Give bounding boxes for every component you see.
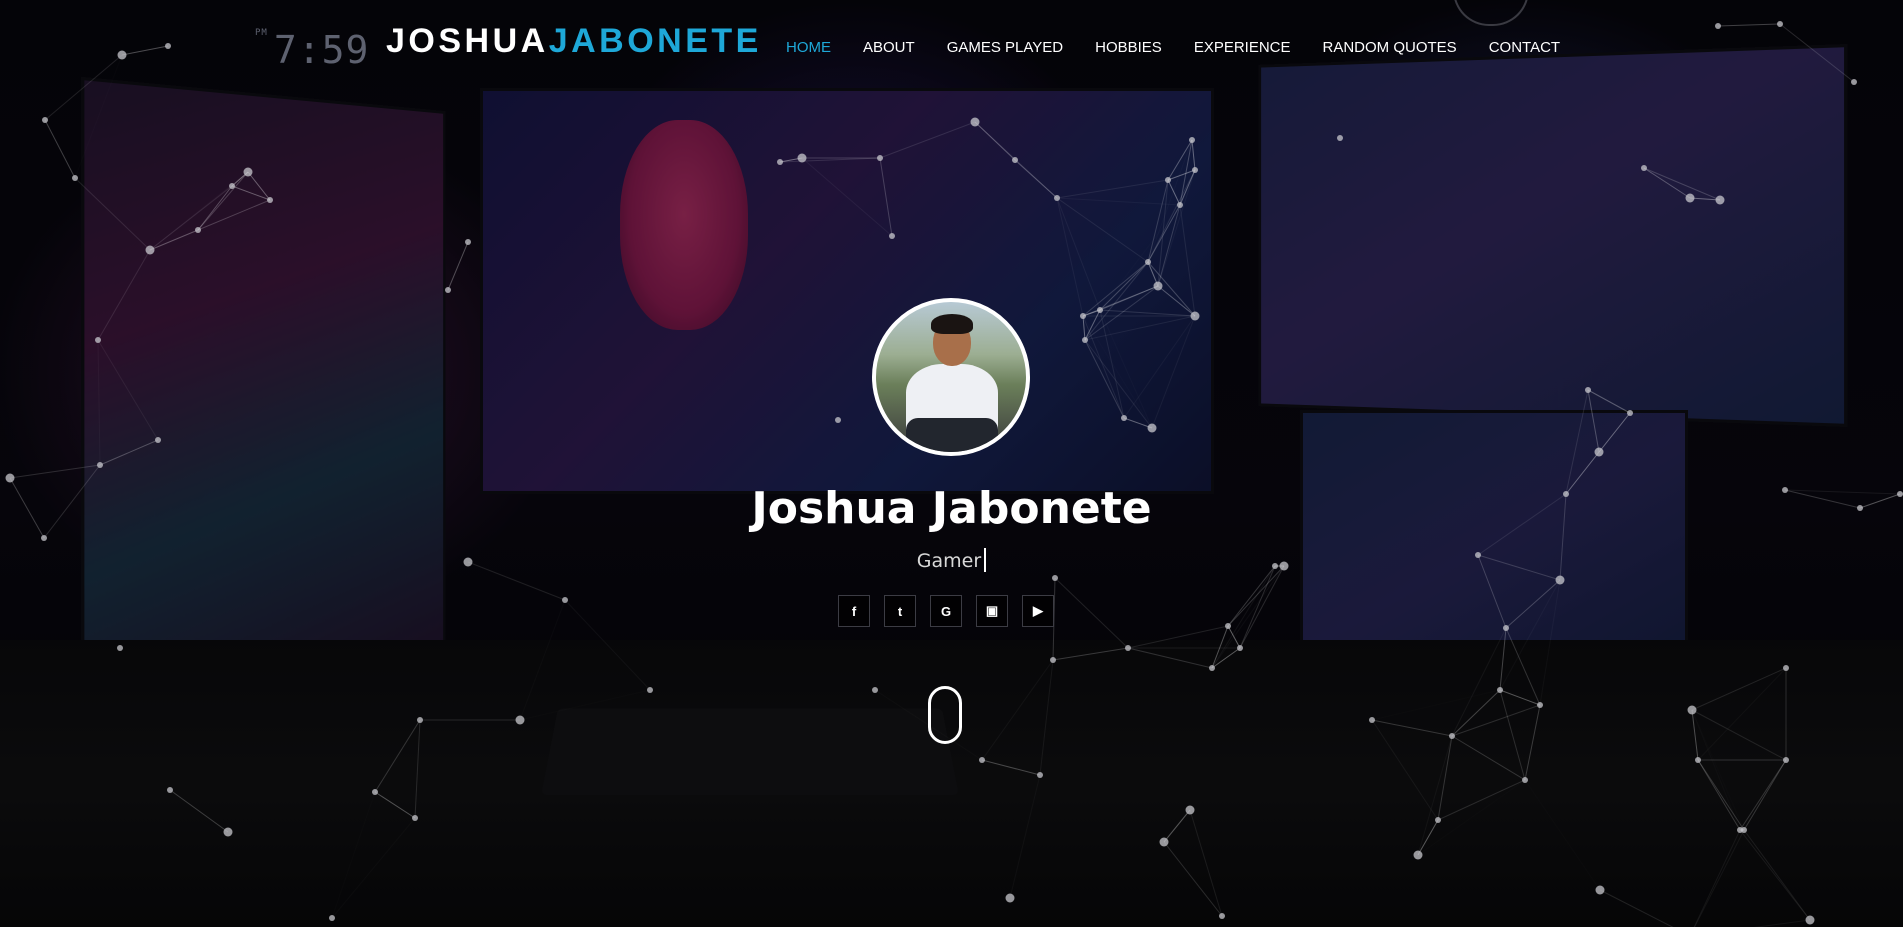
scroll-down-mouse-icon[interactable] — [928, 686, 962, 744]
logo-last-name: JABONETE — [548, 22, 762, 60]
google-icon[interactable]: G — [930, 595, 962, 627]
nav-about[interactable]: ABOUT — [847, 39, 931, 56]
nav-home[interactable]: HOME — [770, 39, 847, 56]
nav-random-quotes[interactable]: RANDOM QUOTES — [1307, 39, 1473, 56]
hero-subtitle: Gamer — [0, 548, 1903, 572]
avatar-legs — [906, 418, 998, 452]
site-logo[interactable]: JOSHUAJABONETE — [386, 22, 762, 61]
hero-section: PM 7:59 JOSHUAJABONETE HOME ABOUT GAMES P… — [0, 0, 1903, 927]
particle-network — [5, 21, 1903, 927]
nav-experience[interactable]: EXPERIENCE — [1178, 39, 1307, 56]
twitch-icon[interactable]: ▣ — [976, 595, 1008, 627]
clock-time: 7:59 — [273, 28, 370, 72]
avatar-hair — [931, 314, 973, 334]
twitter-icon[interactable]: t — [884, 595, 916, 627]
facebook-icon[interactable]: f — [838, 595, 870, 627]
main-nav: HOME ABOUT GAMES PLAYED HOBBIES EXPERIEN… — [770, 39, 1576, 56]
nav-games-played[interactable]: GAMES PLAYED — [931, 39, 1079, 56]
logo-first-name: JOSHUA — [386, 22, 549, 60]
profile-avatar — [872, 298, 1030, 456]
nav-hobbies[interactable]: HOBBIES — [1079, 39, 1178, 56]
hero-name: Joshua Jabonete — [751, 483, 1152, 534]
youtube-icon[interactable]: ▶ — [1022, 595, 1054, 627]
typed-text: Gamer — [916, 550, 982, 572]
typing-cursor — [984, 548, 987, 572]
nav-contact[interactable]: CONTACT — [1473, 39, 1576, 56]
social-links: f t G ▣ ▶ — [838, 595, 1054, 627]
desktop-clock: PM 7:59 — [255, 28, 369, 72]
clock-meridiem: PM — [255, 28, 268, 38]
